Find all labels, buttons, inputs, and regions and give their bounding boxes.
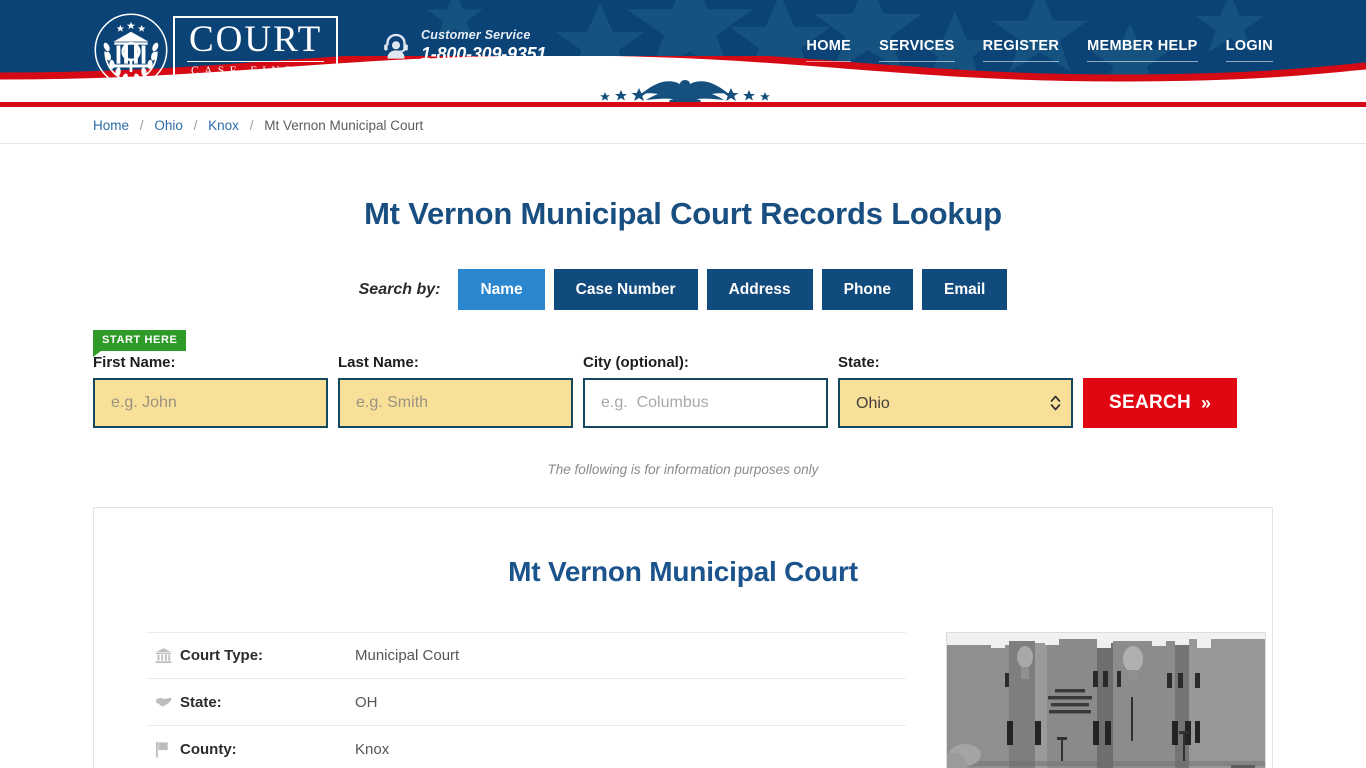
- nav-item-services[interactable]: SERVICES: [879, 38, 955, 62]
- breadcrumb-separator: /: [193, 118, 198, 133]
- last-name-field-group: Last Name:: [338, 354, 573, 428]
- county-value: Knox: [355, 740, 390, 758]
- nav-item-login[interactable]: LOGIN: [1225, 38, 1273, 62]
- court-building-photo: [946, 632, 1266, 768]
- customer-service-label: Customer Service: [421, 28, 531, 42]
- search-form: START HERE First Name: Last Name: City (…: [93, 330, 1273, 428]
- state-row-label: State:: [180, 693, 222, 711]
- search-button[interactable]: SEARCH »: [1083, 378, 1238, 428]
- tab-email[interactable]: Email: [922, 269, 1008, 310]
- county-label: County:: [180, 740, 237, 758]
- customer-service-block: Customer Service 1-800-309-9351: [381, 28, 547, 65]
- logo-title: COURT: [187, 21, 325, 63]
- court-details-table: Court Type: Municipal Court State: OH Co…: [146, 632, 906, 768]
- disclaimer-text: The following is for information purpose…: [547, 462, 819, 477]
- customer-service-phone[interactable]: 1-800-309-9351: [421, 44, 547, 65]
- nav-item-home[interactable]: HOME: [806, 38, 852, 62]
- table-row: County: Knox: [146, 726, 906, 768]
- search-button-label: SEARCH: [1109, 392, 1192, 413]
- breadcrumb-item-ohio[interactable]: Ohio: [154, 118, 183, 133]
- bank-icon: [146, 647, 180, 664]
- city-field-group: City (optional):: [583, 354, 828, 428]
- search-by-label: Search by:: [358, 280, 441, 298]
- breadcrumb-bar: Home / Ohio / Knox / Mt Vernon Municipal…: [0, 107, 1366, 144]
- table-row: State: OH: [146, 679, 906, 726]
- map-icon: [146, 695, 180, 709]
- last-name-label: Last Name:: [338, 354, 419, 371]
- logo-subtitle: CASE FINDER: [191, 65, 325, 78]
- nav-item-member-help[interactable]: MEMBER HELP: [1087, 38, 1198, 62]
- tab-case-number[interactable]: Case Number: [553, 269, 698, 310]
- court-seal-icon: [94, 13, 168, 87]
- court-info-card: Mt Vernon Municipal Court Court Type: Mu…: [93, 507, 1273, 768]
- headset-support-icon: [384, 33, 408, 59]
- page-title: Mt Vernon Municipal Court Records Lookup: [364, 196, 1002, 231]
- state-select[interactable]: Ohio: [838, 378, 1073, 428]
- site-header: COURT CASE FINDER Customer Service 1-800…: [0, 0, 1366, 102]
- site-logo[interactable]: COURT CASE FINDER: [93, 10, 339, 90]
- court-type-label: Court Type:: [180, 647, 264, 664]
- state-field-group: State: Ohio: [838, 354, 1073, 428]
- breadcrumb-separator: /: [139, 118, 144, 133]
- start-here-badge: START HERE: [93, 330, 187, 357]
- state-label: State:: [838, 354, 880, 371]
- breadcrumb-item-knox[interactable]: Knox: [208, 118, 239, 133]
- flag-icon: [146, 741, 180, 758]
- court-type-value: Municipal Court: [355, 647, 460, 664]
- breadcrumb-item-home[interactable]: Home: [93, 118, 129, 133]
- breadcrumb-separator: /: [249, 118, 254, 133]
- table-row: Court Type: Municipal Court: [146, 632, 906, 679]
- tab-name[interactable]: Name: [458, 269, 545, 310]
- main-navigation: HOME SERVICES REGISTER MEMBER HELP LOGIN: [806, 38, 1273, 62]
- tab-phone[interactable]: Phone: [821, 269, 913, 310]
- main-content: Mt Vernon Municipal Court Records Lookup…: [93, 144, 1273, 768]
- city-input[interactable]: [583, 378, 828, 428]
- first-name-field-group: First Name:: [93, 354, 328, 428]
- state-row-value: OH: [355, 693, 378, 711]
- double-chevron-right-icon: »: [1201, 393, 1212, 413]
- tab-address[interactable]: Address: [706, 269, 813, 310]
- nav-item-register[interactable]: REGISTER: [982, 38, 1060, 62]
- city-label: City (optional):: [583, 354, 689, 371]
- first-name-input[interactable]: [93, 378, 328, 428]
- first-name-label: First Name:: [93, 354, 176, 371]
- court-name-title: Mt Vernon Municipal Court: [508, 556, 858, 587]
- breadcrumb: Home / Ohio / Knox / Mt Vernon Municipal…: [93, 107, 1273, 144]
- courthouse-building-image: [947, 633, 1265, 768]
- breadcrumb-item-current: Mt Vernon Municipal Court: [264, 118, 424, 133]
- last-name-input[interactable]: [338, 378, 573, 428]
- search-by-tabs: Search by: Name Case Number Address Phon…: [93, 269, 1273, 310]
